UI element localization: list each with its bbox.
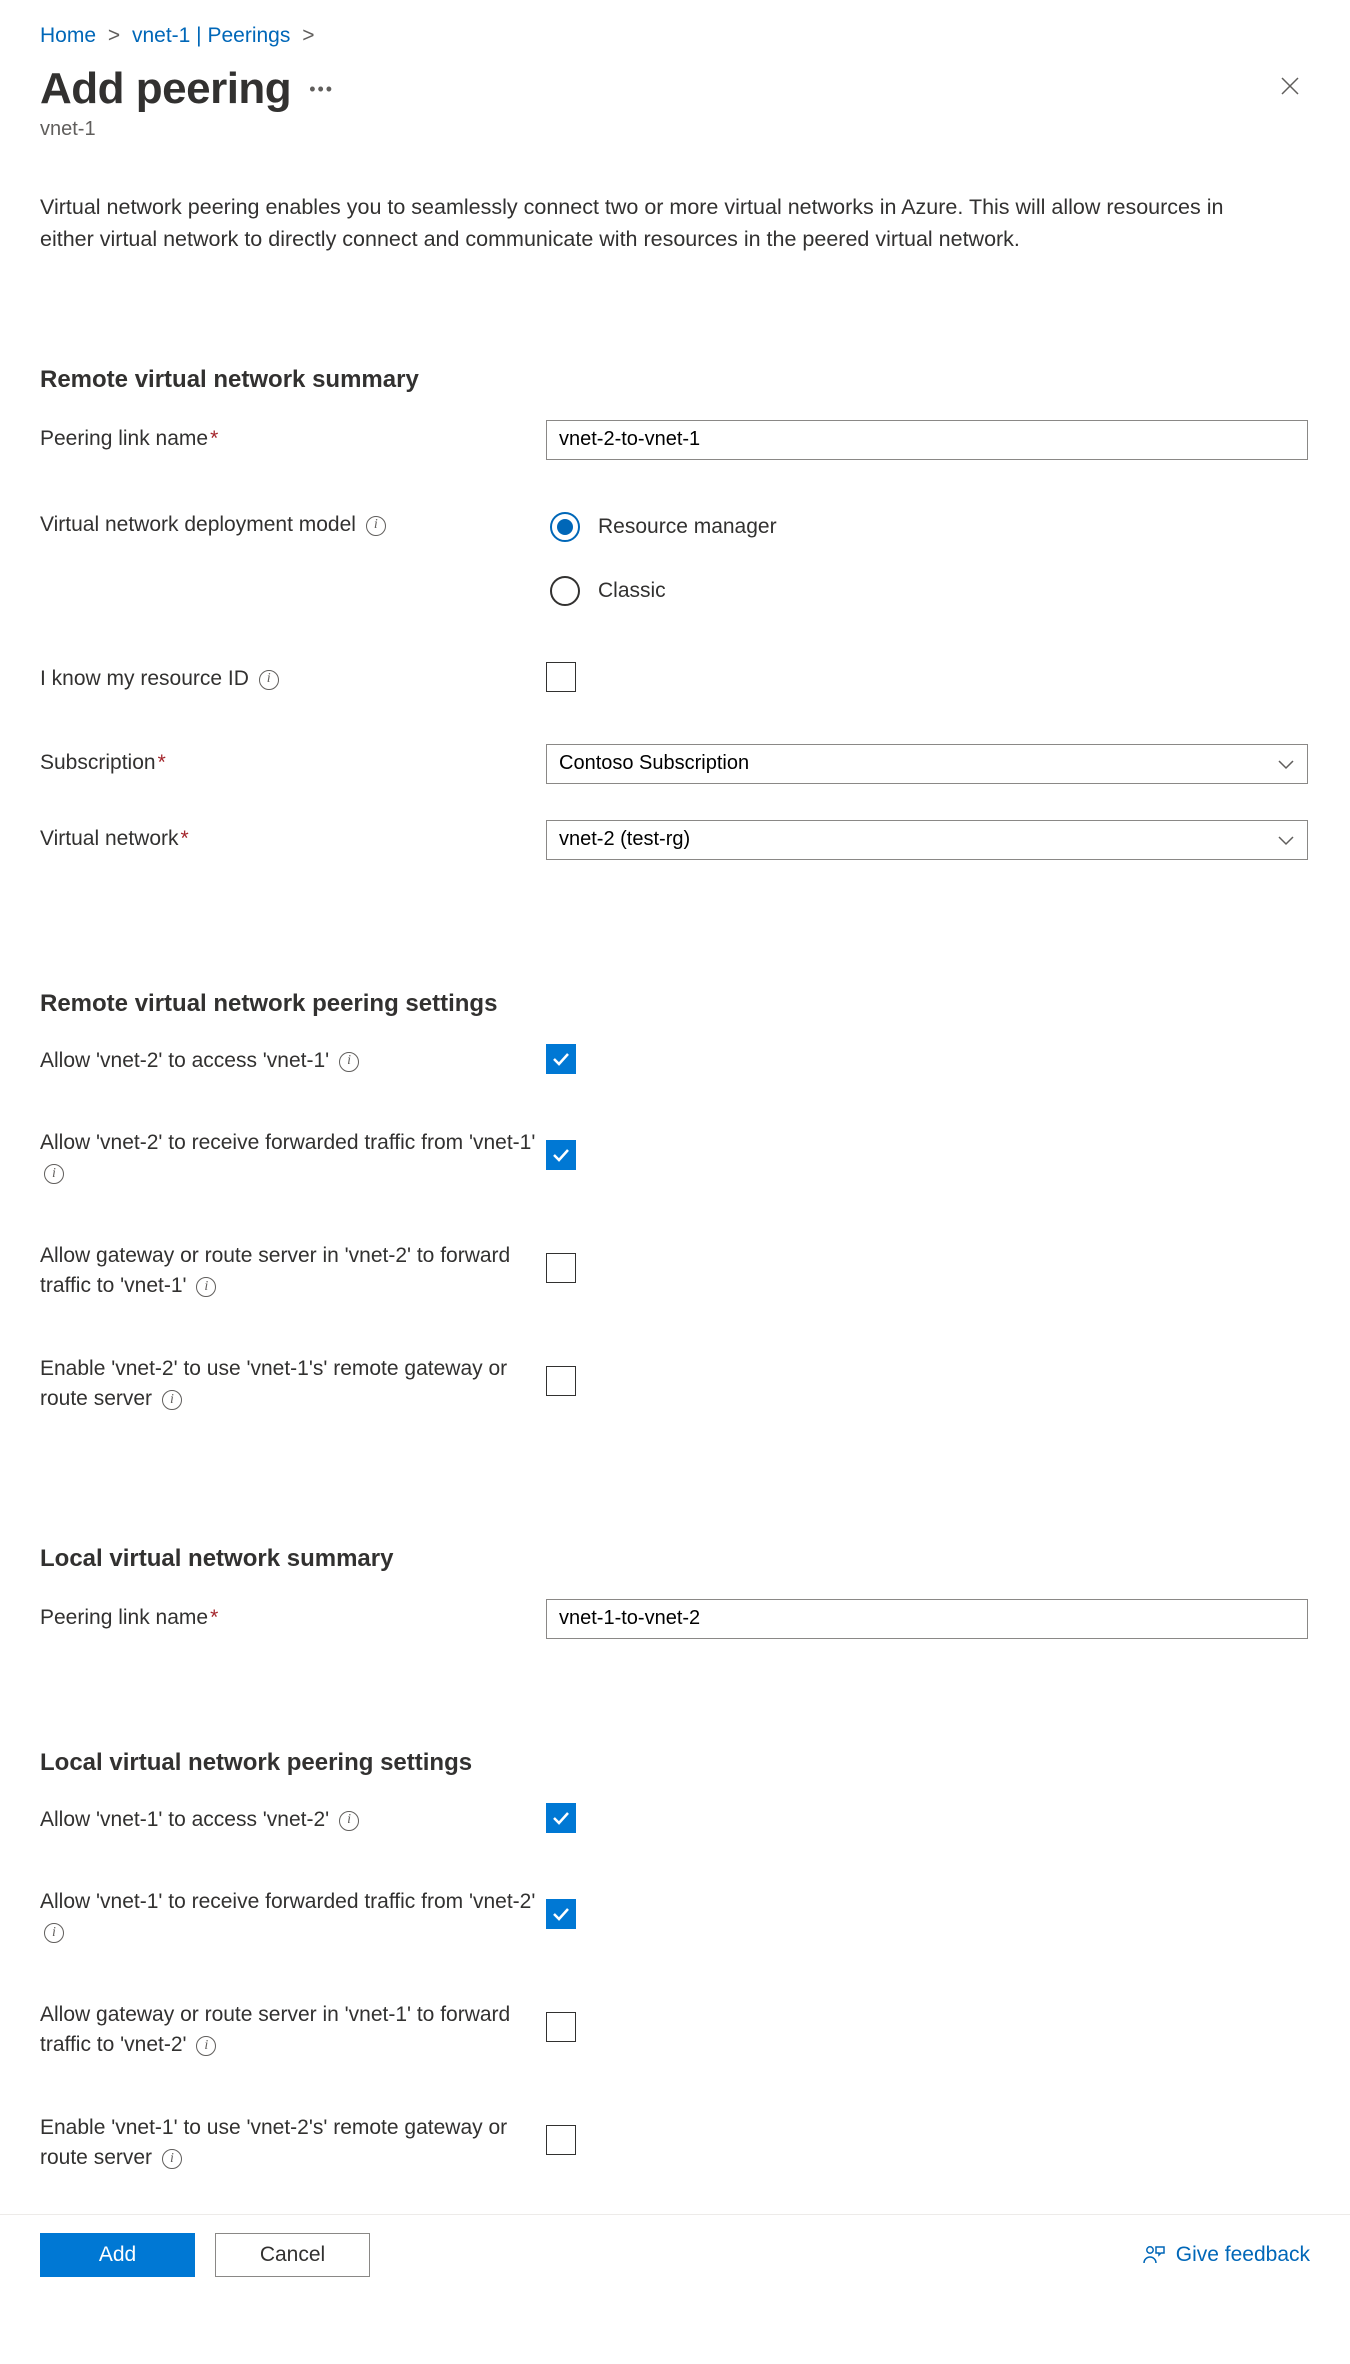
- local-peering-link-name-label: Peering link name*: [40, 1599, 546, 1633]
- chevron-right-icon: >: [108, 24, 120, 47]
- page-title: Add peering: [40, 64, 291, 114]
- close-icon[interactable]: [1278, 73, 1302, 105]
- local-allow-access-checkbox[interactable]: [546, 1803, 576, 1833]
- info-icon[interactable]: i: [44, 1164, 64, 1184]
- peering-link-name-label: Peering link name*: [40, 420, 546, 454]
- resource-id-checkbox[interactable]: [546, 662, 576, 692]
- local-allow-gateway-label: Allow gateway or route server in 'vnet-1…: [40, 1998, 546, 2061]
- remote-allow-gateway-label: Allow gateway or route server in 'vnet-2…: [40, 1239, 546, 1302]
- remote-use-gateway-checkbox[interactable]: [546, 1366, 576, 1396]
- remote-allow-forwarded-label: Allow 'vnet-2' to receive forwarded traf…: [40, 1126, 546, 1189]
- deployment-model-label: Virtual network deployment model i: [40, 506, 546, 540]
- virtual-network-label: Virtual network*: [40, 820, 546, 854]
- local-peering-link-name-input[interactable]: [546, 1599, 1308, 1639]
- remote-allow-forwarded-checkbox[interactable]: [546, 1140, 576, 1170]
- page-subtitle: vnet-1: [40, 118, 1310, 141]
- remote-use-gateway-label: Enable 'vnet-2' to use 'vnet-1's' remote…: [40, 1352, 546, 1415]
- cancel-button[interactable]: Cancel: [215, 2233, 370, 2277]
- subscription-label: Subscription*: [40, 744, 546, 778]
- virtual-network-select[interactable]: [546, 820, 1308, 860]
- radio-resource-manager[interactable]: [550, 512, 580, 542]
- info-icon[interactable]: i: [366, 516, 386, 536]
- resource-id-label: I know my resource ID i: [40, 662, 546, 694]
- intro-text: Virtual network peering enables you to s…: [40, 191, 1280, 256]
- radio-classic-label: Classic: [598, 579, 666, 603]
- local-allow-gateway-checkbox[interactable]: [546, 2012, 576, 2042]
- section-local-summary-title: Local virtual network summary: [40, 1545, 1310, 1573]
- info-icon[interactable]: i: [162, 2149, 182, 2169]
- info-icon[interactable]: i: [339, 1052, 359, 1072]
- info-icon[interactable]: i: [162, 1390, 182, 1410]
- remote-allow-access-label: Allow 'vnet-2' to access 'vnet-1' i: [40, 1044, 546, 1076]
- section-remote-summary-title: Remote virtual network summary: [40, 366, 1310, 394]
- info-icon[interactable]: i: [196, 2036, 216, 2056]
- info-icon[interactable]: i: [196, 1277, 216, 1297]
- remote-peering-link-name-input[interactable]: [546, 420, 1308, 460]
- remote-allow-access-checkbox[interactable]: [546, 1044, 576, 1074]
- radio-resource-manager-label: Resource manager: [598, 515, 777, 539]
- more-icon[interactable]: •••: [309, 79, 334, 100]
- breadcrumb: Home > vnet-1 | Peerings >: [40, 16, 1310, 48]
- add-button[interactable]: Add: [40, 2233, 195, 2277]
- info-icon[interactable]: i: [44, 1923, 64, 1943]
- info-icon[interactable]: i: [339, 1811, 359, 1831]
- feedback-icon: [1142, 2243, 1166, 2267]
- breadcrumb-vnet-peerings[interactable]: vnet-1 | Peerings: [132, 24, 290, 47]
- radio-classic[interactable]: [550, 576, 580, 606]
- local-use-gateway-label: Enable 'vnet-1' to use 'vnet-2's' remote…: [40, 2111, 546, 2174]
- remote-allow-gateway-checkbox[interactable]: [546, 1253, 576, 1283]
- chevron-right-icon: >: [302, 24, 314, 47]
- footer-bar: Add Cancel Give feedback: [0, 2214, 1350, 2297]
- section-local-settings-title: Local virtual network peering settings: [40, 1749, 1310, 1777]
- info-icon[interactable]: i: [259, 670, 279, 690]
- section-remote-settings-title: Remote virtual network peering settings: [40, 990, 1310, 1018]
- subscription-select[interactable]: [546, 744, 1308, 784]
- breadcrumb-home[interactable]: Home: [40, 24, 96, 47]
- local-allow-access-label: Allow 'vnet-1' to access 'vnet-2' i: [40, 1803, 546, 1835]
- local-allow-forwarded-label: Allow 'vnet-1' to receive forwarded traf…: [40, 1885, 546, 1948]
- local-allow-forwarded-checkbox[interactable]: [546, 1899, 576, 1929]
- local-use-gateway-checkbox[interactable]: [546, 2125, 576, 2155]
- give-feedback-link[interactable]: Give feedback: [1142, 2243, 1310, 2267]
